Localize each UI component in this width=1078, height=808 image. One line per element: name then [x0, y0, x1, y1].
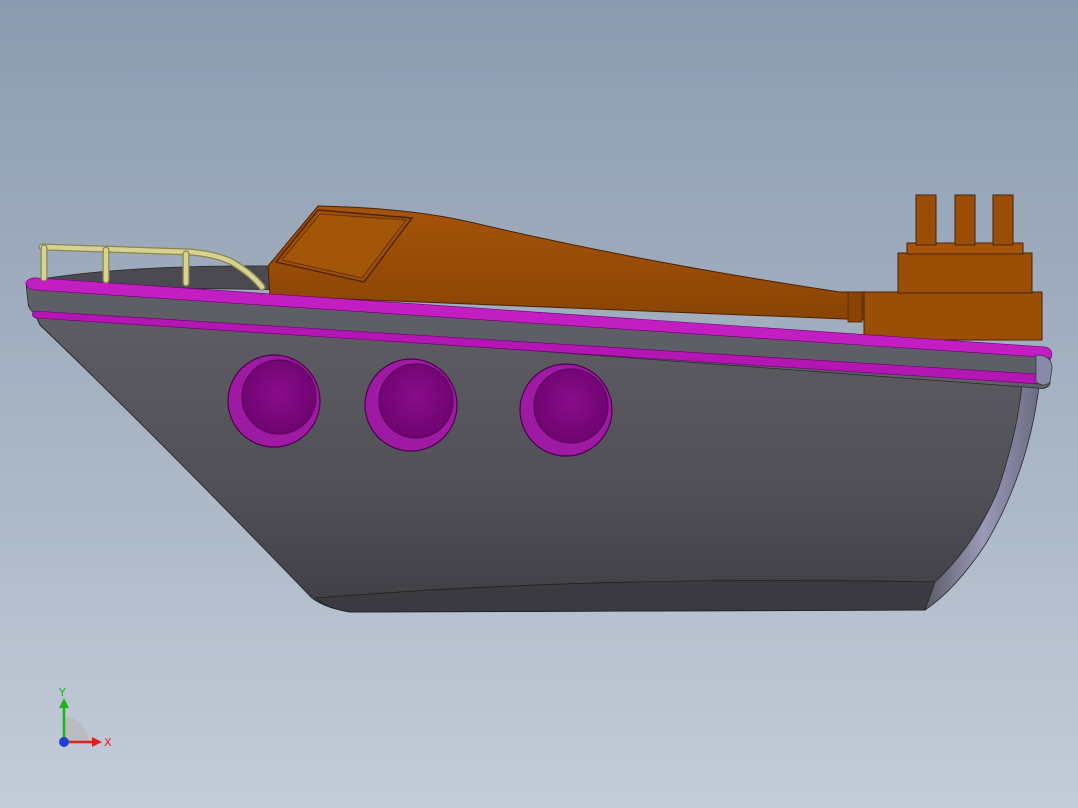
x-axis-label: X — [104, 736, 112, 749]
z-axis-dot-icon — [59, 737, 69, 747]
funnel-pipe-3[interactable] — [992, 194, 1014, 246]
funnel-block[interactable] — [863, 291, 1043, 341]
cabin-joint — [847, 291, 863, 323]
x-axis-arrow-icon — [92, 737, 102, 747]
porthole-3[interactable] — [519, 363, 613, 457]
triad-plane — [64, 716, 90, 742]
3d-viewport[interactable]: Y X — [0, 0, 1078, 808]
porthole-1[interactable] — [227, 354, 321, 448]
porthole-2[interactable] — [364, 358, 458, 452]
funnel-pipe-2[interactable] — [954, 194, 976, 246]
y-axis-label: Y — [58, 686, 66, 699]
y-axis-arrow-icon — [59, 698, 69, 708]
axis-triad: Y X — [58, 686, 112, 749]
boat-model[interactable] — [0, 0, 1078, 808]
funnel-base[interactable] — [897, 252, 1033, 294]
funnel-pipe-1[interactable] — [915, 194, 937, 246]
stern-cap — [1035, 354, 1053, 386]
